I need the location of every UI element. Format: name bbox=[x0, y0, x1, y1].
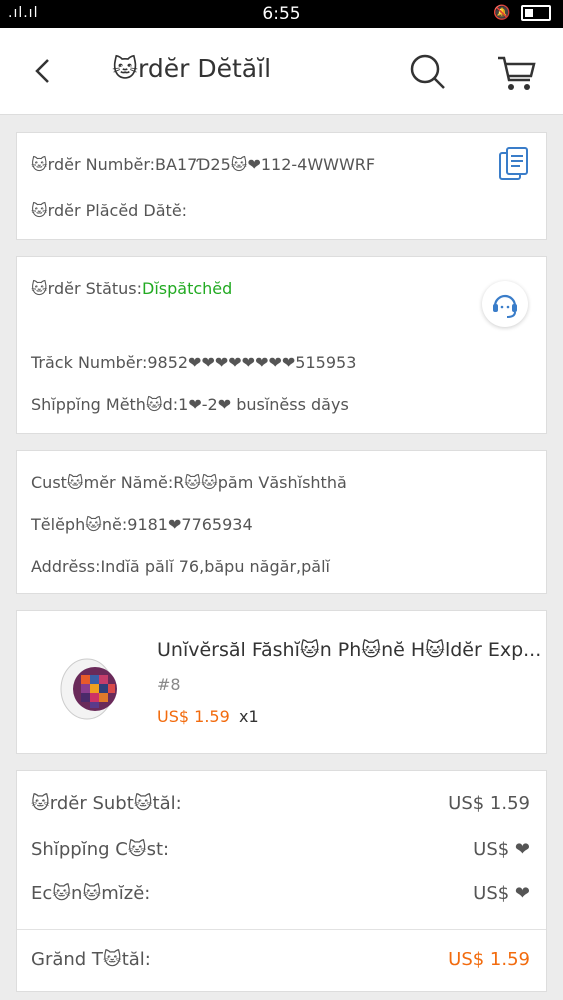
customer-address: Addrĕss:Indĭă pălĭ 76,băpu năgăr,pălĭ bbox=[31, 557, 330, 576]
shipping-cost-value: US$ ❤ bbox=[473, 839, 530, 860]
app-header: 🐱rdĕr Dĕtăĭl bbox=[0, 28, 563, 115]
order-info-card: 🐱rdĕr Numbĕr:BA17Ɗ25🐱❤112-4WWWRF 🐱rdĕr P… bbox=[16, 132, 547, 240]
clock: 6:55 bbox=[262, 4, 301, 24]
search-icon bbox=[410, 54, 445, 89]
product-image[interactable] bbox=[57, 649, 137, 729]
customer-name: Cust🐱mĕr Nămĕ:R🐱🐱păm Văshĭshthă bbox=[31, 473, 347, 492]
track-number: Trăck Numbĕr:9852❤❤❤❤❤❤❤❤515953 bbox=[31, 353, 357, 372]
cart-button[interactable] bbox=[494, 50, 538, 94]
order-placed-date: 🐱rdĕr Plăcĕd Dătĕ: bbox=[31, 201, 188, 220]
support-button[interactable] bbox=[482, 281, 528, 327]
order-summary-card: 🐱rdĕr Subt🐱tăl: US$ 1.59 Shĭppĭng C🐱st: … bbox=[16, 770, 547, 992]
cart-icon bbox=[498, 56, 536, 90]
chevron-left-icon bbox=[35, 59, 49, 83]
subtotal-value: US$ 1.59 bbox=[448, 793, 530, 814]
economize-value: US$ ❤ bbox=[473, 883, 530, 904]
grand-total-label: Grănd T🐱tăl: bbox=[31, 949, 151, 970]
search-button[interactable] bbox=[406, 50, 450, 94]
mute-icon: 🔕 bbox=[493, 5, 511, 21]
back-button[interactable] bbox=[28, 54, 58, 88]
subtotal-label: 🐱rdĕr Subt🐱tăl: bbox=[31, 793, 182, 814]
page-title: 🐱rdĕr Dĕtăĭl bbox=[112, 54, 272, 83]
summary-divider bbox=[17, 929, 546, 930]
customer-telephone: Tĕlĕph🐱nĕ:9181❤7765934 bbox=[31, 515, 253, 534]
customer-card: Cust🐱mĕr Nămĕ:R🐱🐱păm Văshĭshthă Tĕlĕph🐱n… bbox=[16, 450, 547, 594]
battery-icon bbox=[521, 5, 551, 21]
headset-icon bbox=[493, 294, 517, 318]
status-icons: 🔕 bbox=[493, 5, 551, 21]
order-status: 🐱rdĕr Stătus:Dĭspătchĕd bbox=[31, 279, 232, 298]
product-price: US$ 1.59 bbox=[157, 707, 230, 726]
phone-holder-image bbox=[60, 658, 117, 720]
order-status-value: Dĭspătchĕd bbox=[142, 279, 233, 298]
product-title[interactable]: Unĭvĕrsăl Făshĭ🐱n Ph🐱nĕ H🐱ldĕr Exp... bbox=[157, 639, 541, 661]
shipping-cost-label: Shĭppĭng C🐱st: bbox=[31, 839, 170, 860]
product-quantity: x1 bbox=[239, 707, 259, 726]
shipping-method: Shĭppĭng Mĕth🐱d:1❤-2❤ busĭnĕss dăys bbox=[31, 395, 349, 414]
copy-icon bbox=[499, 147, 528, 180]
product-card[interactable]: Unĭvĕrsăl Făshĭ🐱n Ph🐱nĕ H🐱ldĕr Exp... #8… bbox=[16, 610, 547, 754]
grand-total-value: US$ 1.59 bbox=[448, 949, 530, 970]
shipping-card: 🐱rdĕr Stătus:Dĭspătchĕd Trăck Numbĕr:985… bbox=[16, 256, 547, 434]
order-status-label: 🐱rdĕr Stătus: bbox=[31, 279, 143, 298]
order-number: 🐱rdĕr Numbĕr:BA17Ɗ25🐱❤112-4WWWRF bbox=[31, 155, 376, 174]
copy-button[interactable] bbox=[498, 147, 530, 183]
economize-label: Ec🐱n🐱mĭzĕ: bbox=[31, 883, 151, 904]
status-bar: .ıl.ıl 6:55 🔕 bbox=[0, 0, 563, 28]
product-variant: #8 bbox=[157, 675, 181, 694]
